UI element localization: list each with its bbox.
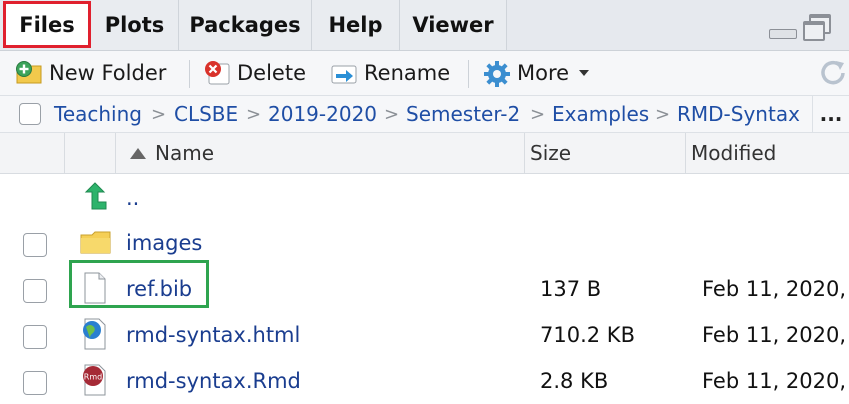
tab-plots-label: Plots — [104, 13, 165, 37]
table-row[interactable]: .. — [0, 175, 849, 221]
table-row[interactable]: rmd-syntax.html 710.2 KB Feb 11, 2020, — [0, 312, 849, 358]
tab-packages-label: Packages — [189, 13, 301, 37]
sort-ascending-icon — [130, 147, 146, 159]
chevron-right-icon: > — [655, 103, 671, 125]
breadcrumb-item[interactable]: RMD-Syntax — [677, 96, 800, 132]
pane-tab-bar: Files Plots Packages Help Viewer — [0, 0, 849, 51]
row-checkbox[interactable] — [23, 371, 47, 395]
table-row[interactable]: Rmd rmd-syntax.Rmd 2.8 KB Feb 11, 2020, — [0, 358, 849, 404]
html-file-icon — [80, 317, 110, 351]
file-modified: Feb 11, 2020, — [702, 323, 847, 347]
file-name-link[interactable]: rmd-syntax.Rmd — [126, 358, 301, 404]
folder-icon — [80, 225, 111, 259]
file-size: 137 B — [540, 277, 602, 301]
tab-help[interactable]: Help — [312, 0, 400, 50]
refresh-icon — [821, 60, 845, 85]
file-size: 710.2 KB — [540, 323, 635, 347]
row-checkbox[interactable] — [23, 325, 47, 349]
name-column-header[interactable]: Name — [130, 133, 214, 173]
file-table-header: Name Size Modified — [0, 133, 849, 174]
breadcrumb-item[interactable]: Examples — [552, 96, 649, 132]
file-size: 2.8 KB — [540, 369, 609, 393]
delete-button[interactable]: Delete — [203, 51, 306, 95]
delete-icon — [203, 60, 230, 86]
files-toolbar: New Folder Delete Rename More — [0, 51, 849, 96]
highlight-box — [69, 260, 209, 308]
tab-files[interactable]: Files — [3, 1, 91, 48]
new-folder-label: New Folder — [49, 61, 167, 85]
tab-viewer[interactable]: Viewer — [400, 0, 507, 50]
modified-column-header[interactable]: Modified — [691, 133, 776, 173]
svg-text:Rmd: Rmd — [84, 373, 102, 382]
minimize-pane-button[interactable] — [769, 29, 797, 39]
more-label: More — [517, 61, 570, 85]
chevron-right-icon: > — [246, 103, 262, 125]
chevron-right-icon: > — [530, 103, 546, 125]
refresh-button[interactable] — [819, 57, 849, 89]
toolbar-separator — [189, 60, 190, 88]
chevron-down-icon — [579, 70, 590, 76]
rename-label: Rename — [364, 61, 451, 85]
breadcrumb-item[interactable]: Teaching — [54, 96, 142, 132]
tab-packages[interactable]: Packages — [179, 0, 312, 50]
pane-window-controls — [769, 0, 849, 50]
size-column-header[interactable]: Size — [530, 133, 571, 173]
breadcrumb: Teaching > CLSBE > 2019-2020 > Semester-… — [0, 96, 849, 133]
chevron-right-icon: > — [384, 103, 400, 125]
select-all-checkbox[interactable] — [19, 103, 41, 125]
tab-files-label: Files — [19, 12, 75, 37]
breadcrumb-overflow-label: ... — [819, 102, 843, 126]
rename-button[interactable]: Rename — [330, 51, 450, 95]
more-menu-button[interactable]: More — [483, 51, 590, 95]
rename-icon — [330, 60, 357, 86]
tab-plots[interactable]: Plots — [91, 0, 179, 50]
breadcrumb-item[interactable]: Semester-2 — [406, 96, 520, 132]
row-checkbox[interactable] — [23, 279, 47, 303]
file-name-link[interactable]: rmd-syntax.html — [126, 312, 300, 358]
file-modified: Feb 11, 2020, — [702, 277, 847, 301]
rmd-file-icon: Rmd — [80, 363, 110, 397]
new-folder-icon — [15, 60, 42, 86]
chevron-right-icon: > — [151, 103, 167, 125]
new-folder-button[interactable]: New Folder — [15, 51, 166, 95]
file-modified: Feb 11, 2020, — [702, 369, 847, 393]
file-name-link[interactable]: .. — [126, 175, 139, 221]
row-checkbox[interactable] — [23, 233, 47, 257]
breadcrumb-item[interactable]: CLSBE — [174, 96, 238, 132]
size-column-label: Size — [530, 141, 572, 165]
parent-up-icon — [80, 180, 110, 214]
modified-column-label: Modified — [691, 141, 777, 165]
name-column-label: Name — [155, 141, 215, 165]
breadcrumb-overflow-button[interactable]: ... — [812, 96, 849, 132]
tab-viewer-label: Viewer — [412, 13, 494, 37]
breadcrumb-item[interactable]: 2019-2020 — [268, 96, 377, 132]
tab-help-label: Help — [328, 13, 383, 37]
gear-icon — [483, 60, 510, 87]
toolbar-separator — [468, 60, 469, 88]
maximize-pane-button[interactable] — [803, 14, 831, 41]
delete-label: Delete — [237, 61, 306, 85]
